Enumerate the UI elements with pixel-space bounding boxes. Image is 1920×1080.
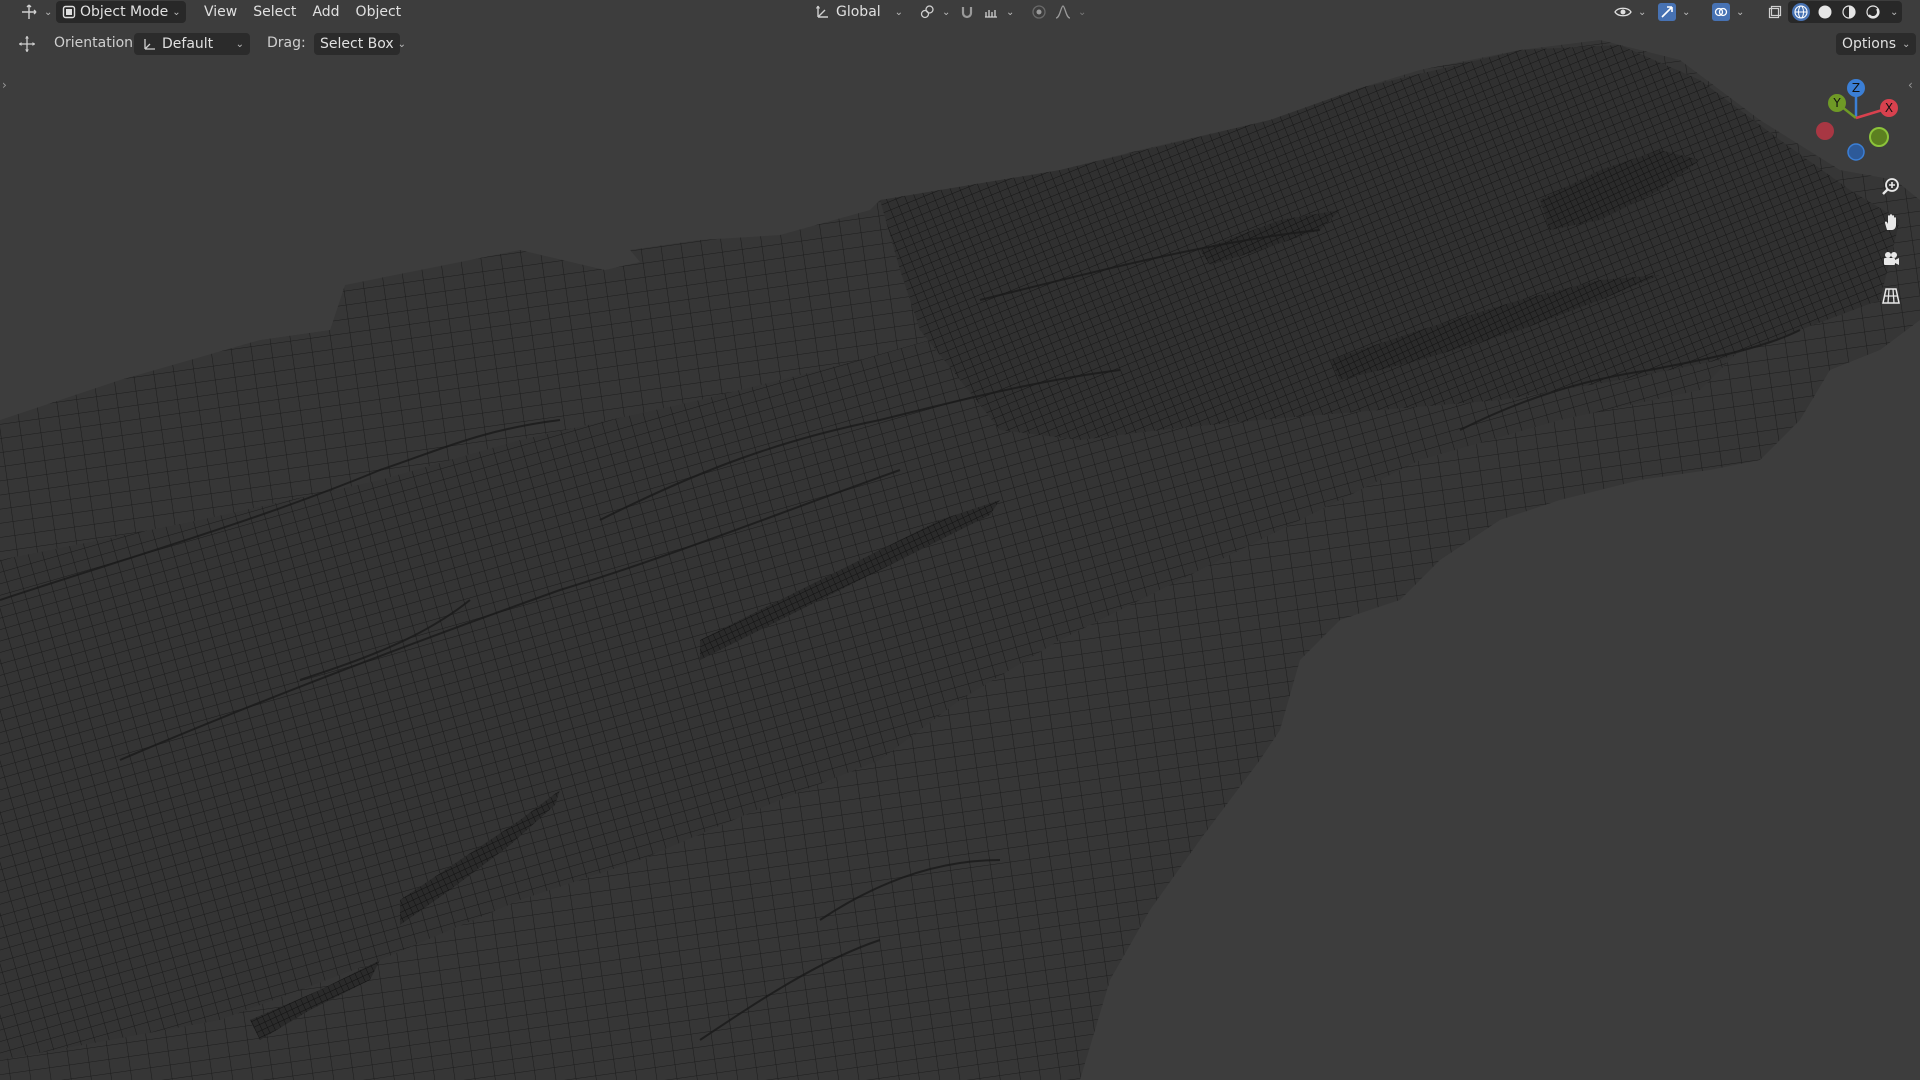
xray-toggle-icon — [1766, 3, 1784, 21]
transform-axes-icon — [814, 3, 832, 21]
options-label: Options — [1842, 36, 1897, 52]
viewport-header: ⌄ Object Mode ⌄ View Select Add Object G… — [0, 0, 1920, 24]
orientation-value: Default — [162, 36, 214, 52]
material-shading-icon[interactable] — [1840, 3, 1858, 21]
object-mode-icon — [62, 3, 76, 21]
chevron-down-icon: ⌄ — [1638, 6, 1647, 18]
chevron-down-icon: ⌄ — [1682, 6, 1691, 18]
chevron-down-icon: ⌄ — [1736, 6, 1745, 18]
pan-hand-icon[interactable] — [1877, 208, 1905, 236]
chevron-down-icon[interactable]: ⌄ — [1890, 7, 1898, 18]
editor-type-button[interactable]: ⌄ — [14, 1, 58, 23]
chevron-down-icon: ⌄ — [894, 6, 904, 18]
zoom-icon[interactable] — [1877, 172, 1905, 200]
cursor-transform-icon — [20, 3, 38, 21]
proportional-dot-icon — [1030, 3, 1048, 21]
chevron-down-icon: ⌄ — [172, 6, 181, 18]
menu-select[interactable]: Select — [245, 1, 304, 23]
terrain-wireframe-mesh[interactable] — [0, 0, 1920, 1080]
header-menu: View Select Add Object — [196, 1, 409, 23]
gizmo-axis-neg-y[interactable] — [1869, 127, 1889, 147]
3d-viewport[interactable]: › ‹ ⌄ Object Mode ⌄ View Select Add Obje… — [0, 0, 1920, 1080]
gizmo-y-label: Y — [1832, 96, 1841, 110]
navigation-gizmo[interactable]: Z Y X — [1810, 74, 1910, 164]
orientation-axes-icon — [140, 35, 158, 53]
xray-toggle[interactable] — [1760, 1, 1790, 23]
options-dropdown[interactable]: Options ⌄ — [1836, 33, 1917, 55]
falloff-curve-icon — [1054, 3, 1072, 21]
drag-value: Select Box — [320, 36, 394, 52]
chevron-down-icon: ⌄ — [235, 38, 244, 50]
mode-label: Object Mode — [80, 4, 169, 20]
proportional-falloff-selector[interactable]: ⌄ — [1048, 1, 1092, 23]
wireframe-shading-icon[interactable] — [1792, 3, 1810, 21]
menu-view[interactable]: View — [196, 1, 245, 23]
rendered-shading-icon[interactable] — [1864, 3, 1882, 21]
eye-icon — [1614, 3, 1632, 21]
snap-target-selector[interactable]: ⌄ — [976, 1, 1020, 23]
gizmo-axis-neg-x[interactable] — [1816, 122, 1834, 140]
shading-mode-group: ⌄ — [1788, 1, 1903, 23]
link-icon — [918, 3, 936, 21]
camera-view-icon[interactable] — [1877, 245, 1905, 273]
drag-dropdown[interactable]: Select Box ⌄ — [314, 33, 406, 55]
gizmo-z-label: Z — [1852, 81, 1860, 95]
overlays-toggle[interactable]: ⌄ — [1706, 1, 1750, 23]
chevron-down-icon: ⌄ — [1006, 6, 1015, 18]
menu-add[interactable]: Add — [304, 1, 347, 23]
object-visibility-selector[interactable]: ⌄ — [1608, 1, 1652, 23]
chevron-down-icon: ⌄ — [44, 6, 53, 18]
gizmo-axis-neg-z[interactable] — [1847, 143, 1865, 161]
snap-increment-icon — [982, 3, 1000, 21]
tool-settings-header: Orientation: Default ⌄ Drag: Select Box … — [0, 32, 1920, 56]
gizmo-toggle[interactable]: ⌄ — [1652, 1, 1696, 23]
orientation-label: Orientation: — [54, 35, 138, 51]
gizmo-x-label: X — [1885, 101, 1893, 115]
chevron-down-icon: ⌄ — [1078, 6, 1087, 18]
toolbar-expand-icon[interactable]: › — [2, 78, 7, 92]
pivot-point-selector[interactable]: ⌄ — [912, 1, 956, 23]
drag-label: Drag: — [267, 35, 306, 51]
magnet-icon — [958, 3, 976, 21]
move-tool-icon[interactable] — [18, 35, 36, 53]
overlay-circles-icon — [1712, 3, 1730, 21]
perspective-grid-icon[interactable] — [1877, 282, 1905, 310]
orientation-global-label: Global — [836, 4, 881, 20]
chevron-down-icon: ⌄ — [942, 6, 951, 18]
chevron-down-icon: ⌄ — [1902, 38, 1911, 50]
orientation-dropdown[interactable]: Default ⌄ — [134, 33, 250, 55]
chevron-down-icon: ⌄ — [397, 38, 407, 50]
menu-object[interactable]: Object — [348, 1, 410, 23]
transform-orientation-selector[interactable]: Global ⌄ — [808, 1, 909, 23]
solid-shading-icon[interactable] — [1816, 3, 1834, 21]
gizmo-arrow-icon — [1658, 3, 1676, 21]
mode-selector[interactable]: Object Mode ⌄ — [56, 1, 186, 23]
